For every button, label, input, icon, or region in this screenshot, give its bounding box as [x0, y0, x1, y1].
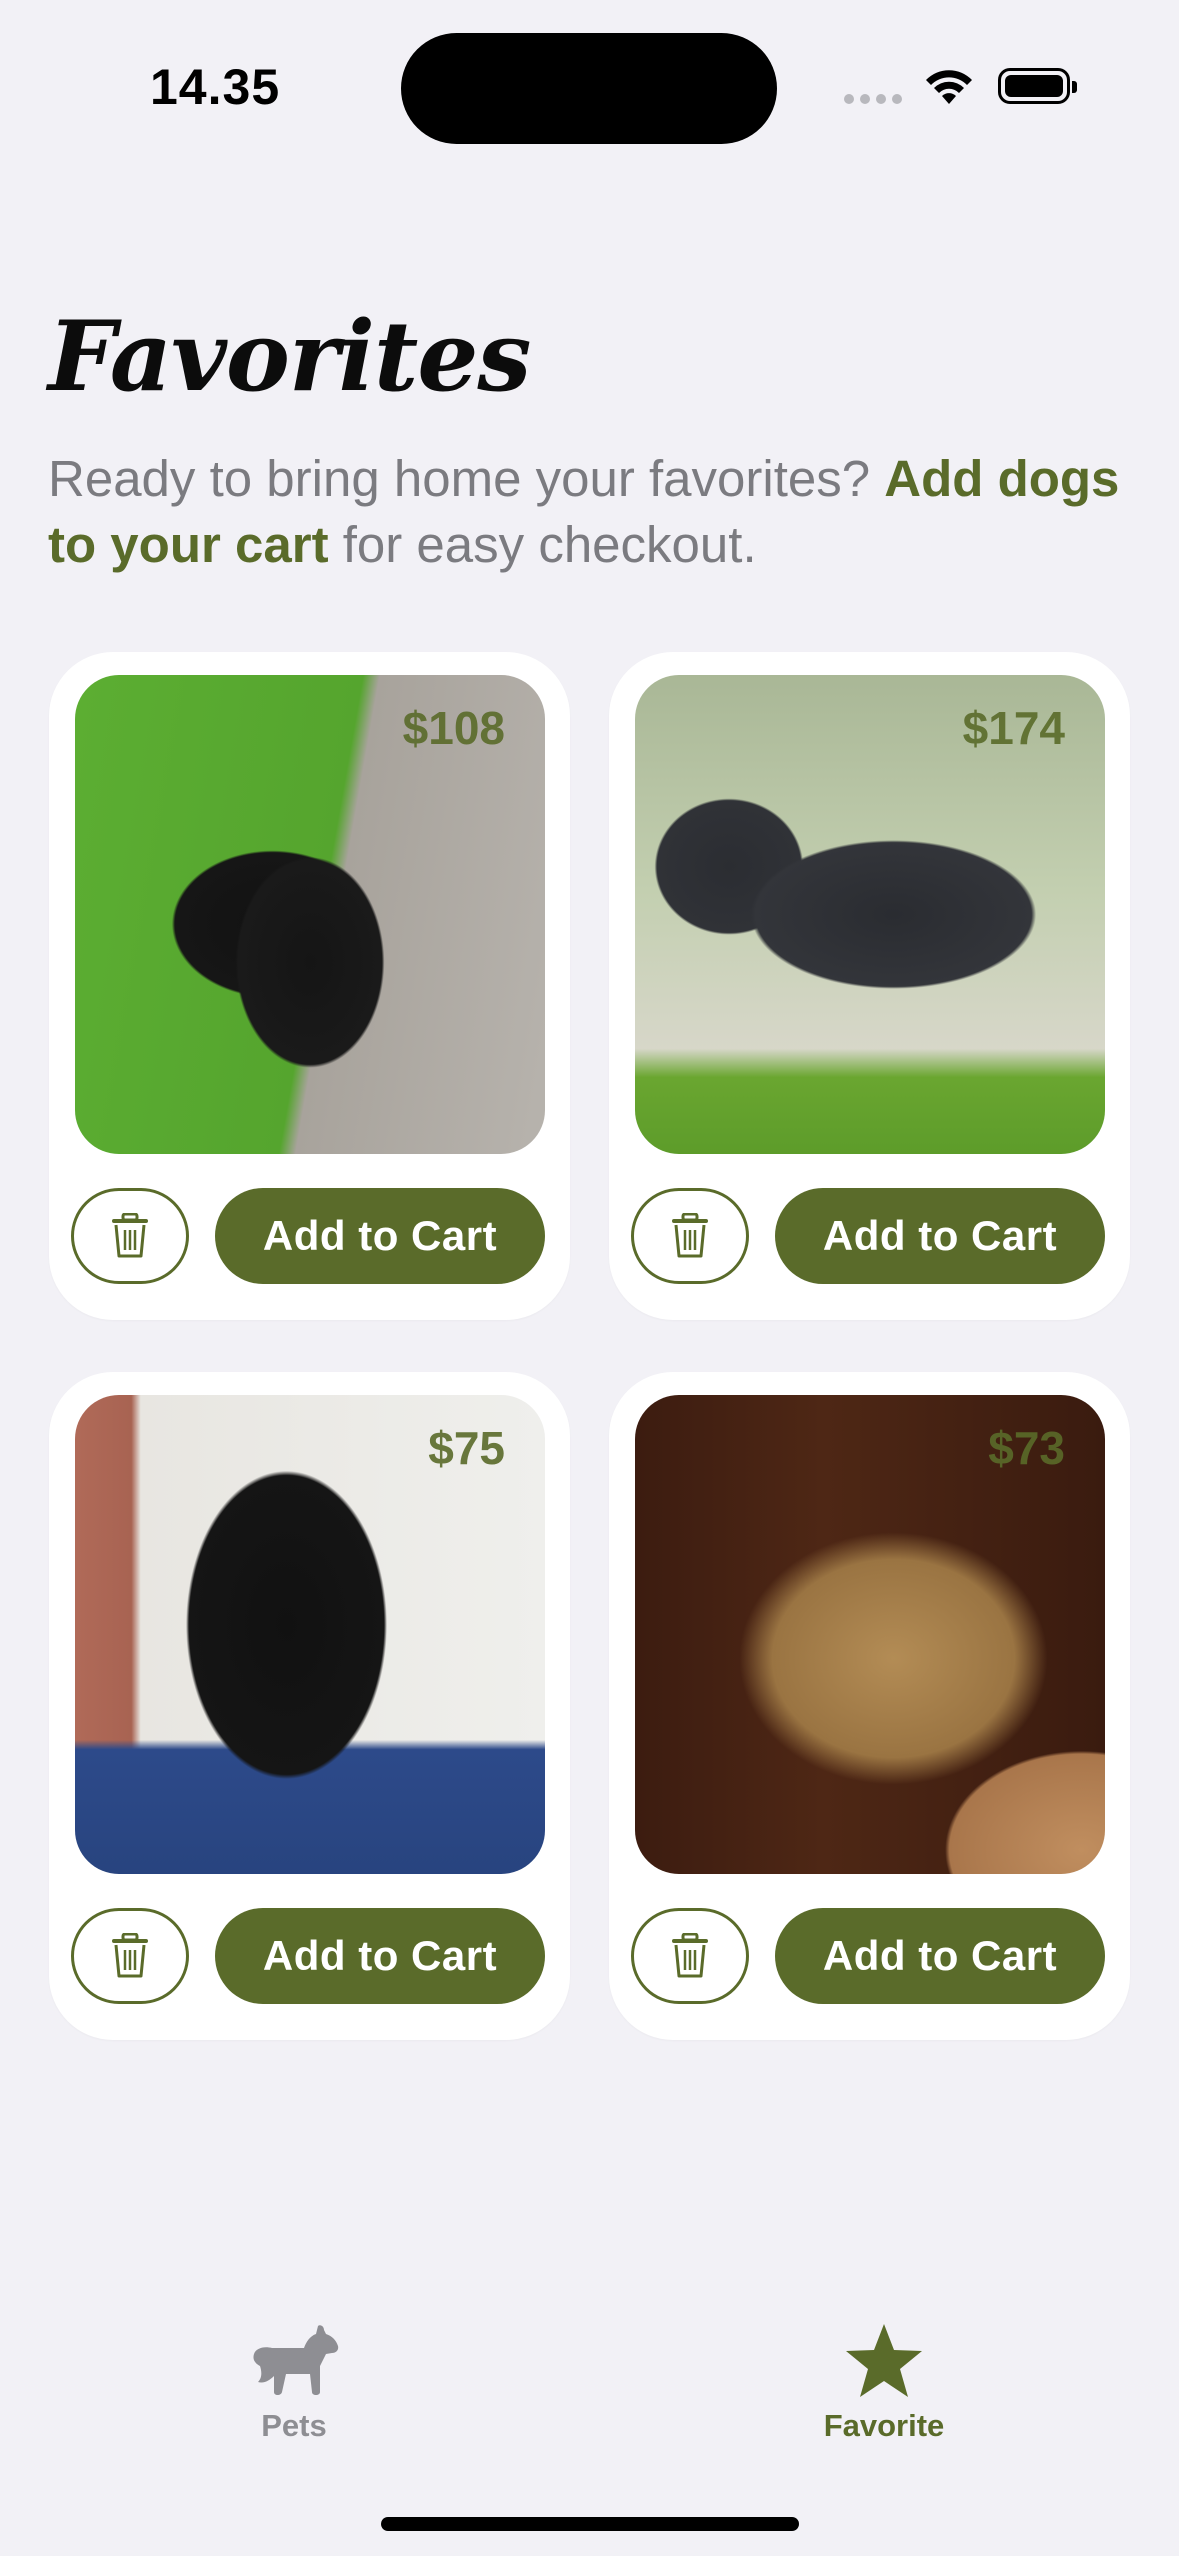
add-to-cart-button[interactable]: Add to Cart: [775, 1188, 1105, 1284]
favorite-card[interactable]: $73 Add to Cart: [609, 1372, 1130, 2040]
trash-icon: [112, 1933, 148, 1978]
dog-photo[interactable]: $174: [635, 675, 1105, 1154]
remove-favorite-button[interactable]: [71, 1908, 189, 2004]
favorite-card[interactable]: $75 Add to Cart: [49, 1372, 570, 2040]
trash-icon: [672, 1213, 708, 1258]
price-label: $108: [402, 702, 505, 754]
dog-photo[interactable]: $73: [635, 1395, 1105, 1874]
tab-favorite[interactable]: Favorite: [754, 2320, 1014, 2450]
star-icon: [846, 2324, 922, 2397]
add-to-cart-button[interactable]: Add to Cart: [215, 1908, 545, 2004]
battery-icon: [998, 68, 1077, 104]
home-indicator[interactable]: [381, 2517, 799, 2531]
price-label: $73: [988, 1422, 1065, 1474]
dog-photo[interactable]: $75: [75, 1395, 545, 1874]
tab-label: Pets: [261, 2408, 327, 2443]
remove-favorite-button[interactable]: [631, 1188, 749, 1284]
favorite-card[interactable]: $108 Add to Cart: [49, 652, 570, 1320]
page-subtitle: Ready to bring home your favorites? Add …: [48, 446, 1138, 578]
status-time: 14.35: [150, 59, 281, 115]
page-title: Favorites: [48, 300, 531, 413]
remove-favorite-button[interactable]: [631, 1908, 749, 2004]
dynamic-island: [401, 33, 777, 144]
trash-icon: [672, 1933, 708, 1978]
dog-photo[interactable]: $108: [75, 675, 545, 1154]
subtitle-text: Ready to bring home your favorites?: [48, 450, 885, 507]
wifi-icon: [926, 70, 972, 104]
trash-icon: [112, 1213, 148, 1258]
favorite-card[interactable]: $174 Add to Cart: [609, 652, 1130, 1320]
add-to-cart-button[interactable]: Add to Cart: [215, 1188, 545, 1284]
tab-label: Favorite: [823, 2408, 945, 2443]
status-icons: [844, 62, 1084, 112]
tab-pets[interactable]: Pets: [164, 2320, 424, 2450]
price-label: $75: [428, 1422, 505, 1474]
remove-favorite-button[interactable]: [71, 1188, 189, 1284]
dog-icon: [253, 2325, 339, 2395]
price-label: $174: [962, 702, 1065, 754]
cellular-signal-icon: [844, 94, 902, 104]
subtitle-text-end: for easy checkout.: [328, 516, 757, 573]
add-to-cart-button[interactable]: Add to Cart: [775, 1908, 1105, 2004]
